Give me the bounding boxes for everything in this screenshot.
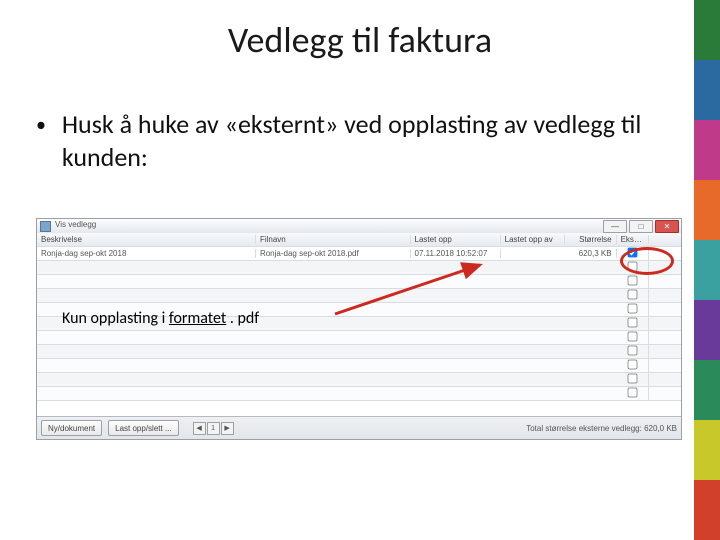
window-title: Vis vedlegg: [55, 220, 96, 229]
table-row[interactable]: [37, 359, 681, 373]
bullet-dot: •: [36, 108, 46, 142]
table-header: Beskrivelse Filnavn Lastet opp Lastet op…: [37, 233, 681, 247]
upload-delete-button[interactable]: Last opp/slett ...: [108, 420, 178, 436]
external-checkbox[interactable]: [627, 346, 637, 356]
external-checkbox[interactable]: [627, 360, 637, 370]
new-document-button[interactable]: Ny/dokument: [41, 420, 102, 436]
external-checkbox[interactable]: [627, 374, 637, 384]
pager: ◀ 1 ▶: [193, 422, 234, 435]
window-titlebar[interactable]: Vis vedlegg — □ ✕: [37, 219, 681, 234]
window-maximize-button[interactable]: □: [629, 220, 653, 233]
table-row[interactable]: [37, 345, 681, 359]
table-row[interactable]: [37, 373, 681, 387]
col-filename[interactable]: Filnavn: [256, 235, 411, 244]
external-checkbox[interactable]: [627, 332, 637, 342]
external-checkbox[interactable]: [627, 248, 637, 258]
footer-status-value: 620,0 KB: [644, 424, 677, 433]
pager-prev[interactable]: ◀: [193, 422, 206, 435]
col-size[interactable]: Størrelse: [565, 235, 617, 244]
external-checkbox[interactable]: [627, 290, 637, 300]
window-icon: [40, 221, 51, 232]
bullet-text: Husk å huke av «eksternt» ved opplasting…: [62, 108, 662, 173]
annotation-underlined: formatet: [169, 309, 226, 328]
slide-bullet: • Husk å huke av «eksternt» ved opplasti…: [36, 108, 670, 173]
annotation-prefix: Kun opplasting i: [62, 309, 169, 328]
table-row[interactable]: Ronja-dag sep-okt 2018Ronja-dag sep-okt …: [37, 247, 681, 261]
slide-title: Vedlegg til faktura: [0, 18, 720, 62]
col-external[interactable]: Eksternt: [617, 235, 649, 244]
window-minimize-button[interactable]: —: [603, 220, 627, 233]
table-row[interactable]: [37, 289, 681, 303]
footer-status-label: Total størrelse eksterne vedlegg:: [526, 424, 642, 433]
external-checkbox[interactable]: [627, 262, 637, 272]
col-description[interactable]: Beskrivelse: [37, 235, 256, 244]
external-checkbox[interactable]: [627, 388, 637, 398]
annotation-caption: Kun opplasting i formatet . pdf: [62, 309, 259, 328]
table-row[interactable]: [37, 261, 681, 275]
footer-status: Total størrelse eksterne vedlegg: 620,0 …: [526, 424, 677, 433]
window-footer: Ny/dokument Last opp/slett ... ◀ 1 ▶ Tot…: [37, 416, 681, 439]
table-row[interactable]: [37, 331, 681, 345]
table-row[interactable]: [37, 387, 681, 401]
table-row[interactable]: [37, 275, 681, 289]
accent-stripe: [694, 0, 720, 540]
external-checkbox[interactable]: [627, 318, 637, 328]
window-close-button[interactable]: ✕: [655, 220, 679, 233]
attachments-window: Vis vedlegg — □ ✕ Beskrivelse Filnavn La…: [36, 218, 682, 440]
external-checkbox[interactable]: [627, 304, 637, 314]
external-checkbox[interactable]: [627, 276, 637, 286]
annotation-suffix: . pdf: [226, 309, 259, 328]
pager-next[interactable]: ▶: [221, 422, 234, 435]
col-uploaded-at[interactable]: Lastet opp: [411, 235, 501, 244]
pager-page[interactable]: 1: [207, 422, 220, 435]
col-uploaded-by[interactable]: Lastet opp av: [501, 235, 565, 244]
